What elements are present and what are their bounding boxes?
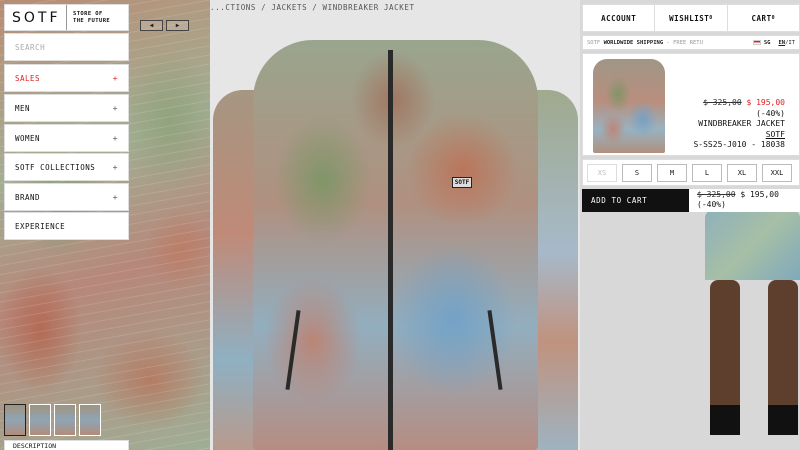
sale-price: $ 195,00 [746,98,785,107]
product-brand-link[interactable]: SOTF [693,130,785,141]
model-leg-right [768,280,798,420]
nav-item-brand[interactable]: BRAND + [4,183,129,211]
language-other[interactable]: IT [788,40,795,46]
jacket-image: SOTF [213,30,578,450]
price-line: $ 325,00 $ 195,00 [693,98,785,109]
size-option-s[interactable]: S [622,163,652,182]
thumbnail-2[interactable] [29,404,51,436]
wishlist-link[interactable]: WISHLIST 0 [655,5,728,31]
size-option-xs[interactable]: XS [587,163,617,182]
product-summary: $ 325,00 $ 195,00 (-40%) WINDBREAKER JAC… [582,53,800,156]
cart-sale-price: $ 195,00 [740,190,779,199]
plus-icon: + [112,133,118,143]
nav-item-label: MEN [15,103,31,113]
product-thumbnail [593,59,665,153]
header-bar: ACCOUNT WISHLIST 0 CART 0 [582,4,800,32]
logo-tagline-line2: THE FUTURE [73,17,111,24]
discount-label: (-40%) [756,108,785,118]
cart-price-box: $ 325,00 $ 195,00 (-40%) [689,189,800,212]
thumbnail-4[interactable] [79,404,101,436]
plus-icon: + [112,73,118,83]
jacket-zipper [388,50,393,450]
gallery-prev-button[interactable]: ◀ [140,20,163,31]
shipping-text: SOTF WORLDWIDE SHIPPING - FREE RETU [587,40,750,46]
language-selector[interactable]: EN/IT [778,40,795,46]
plus-icon: + [112,192,118,202]
gallery-next-button[interactable]: ▶ [166,20,189,31]
thumbnail-strip [4,404,101,436]
cart-count: 0 [771,15,776,21]
shipping-banner: SOTF WORLDWIDE SHIPPING - FREE RETU SG E… [582,35,800,50]
logo-wordmark: SOTF [5,5,67,30]
add-to-cart-button[interactable]: ADD TO CART [582,189,689,212]
nav-item-label: EXPERIENCE [15,221,66,231]
product-name: WINDBREAKER JACKET [698,119,785,128]
model-image [700,200,800,450]
account-link[interactable]: ACCOUNT [583,5,656,31]
shipping-suffix: - FREE RETU [663,39,703,46]
description-toggle[interactable]: DESCRIPTION [4,440,129,450]
size-option-m[interactable]: M [657,163,687,182]
thumbnail-1[interactable] [4,404,26,436]
shipping-prefix: SOTF [587,39,604,46]
model-shorts [705,210,800,280]
plus-icon: + [112,162,118,172]
gallery-arrows: ◀ ▶ [140,20,189,31]
breadcrumb[interactable]: ...CTIONS / JACKETS / WINDBREAKER JACKET [210,3,415,12]
account-label: ACCOUNT [601,13,637,23]
nav-item-label: WOMEN [15,133,41,143]
size-option-xl[interactable]: XL [727,163,757,182]
search-input[interactable]: SEARCH [4,33,129,61]
jacket-logo-patch: SOTF [452,177,472,188]
cart-old-price: $ 325,00 [697,190,736,199]
nav-item-sotf-collections[interactable]: SOTF COLLECTIONS + [4,153,129,181]
thumbnail-3[interactable] [54,404,76,436]
site-logo[interactable]: SOTF STORE OF THE FUTURE [4,4,129,31]
logo-tagline: STORE OF THE FUTURE [67,11,110,25]
model-leg-left [710,280,740,420]
wishlist-label: WISHLIST [669,13,710,23]
size-option-l[interactable]: L [692,163,722,182]
product-sku: S-SS25-J010 - 18038 [693,140,785,149]
nav-item-label: SOTF COLLECTIONS [15,162,96,172]
cart-discount: (-40%) [697,200,726,209]
shipping-highlight: WORLDWIDE SHIPPING [603,39,664,46]
model-sock-left [710,405,740,435]
model-sock-right [768,405,798,435]
cart-link[interactable]: CART 0 [728,5,799,31]
jacket-body [253,40,538,450]
plus-icon: + [112,103,118,113]
cart-label: CART [751,13,772,23]
wishlist-count: 0 [709,15,713,21]
country-selector[interactable]: SG [764,40,771,46]
nav-item-experience[interactable]: EXPERIENCE [4,212,129,240]
size-selector: XS S M L XL XXL [582,159,800,186]
product-info: $ 325,00 $ 195,00 (-40%) WINDBREAKER JAC… [693,98,785,151]
old-price: $ 325,00 [703,98,742,107]
nav-item-label: BRAND [15,192,41,202]
nav-item-men[interactable]: MEN + [4,94,129,122]
nav-item-sales[interactable]: SALES + [4,64,129,92]
logo-tagline-line1: STORE OF [73,10,103,17]
nav-item-label: SALES [15,73,41,83]
nav-item-women[interactable]: WOMEN + [4,124,129,152]
flag-icon [752,40,761,45]
size-option-xxl[interactable]: XXL [762,163,792,182]
